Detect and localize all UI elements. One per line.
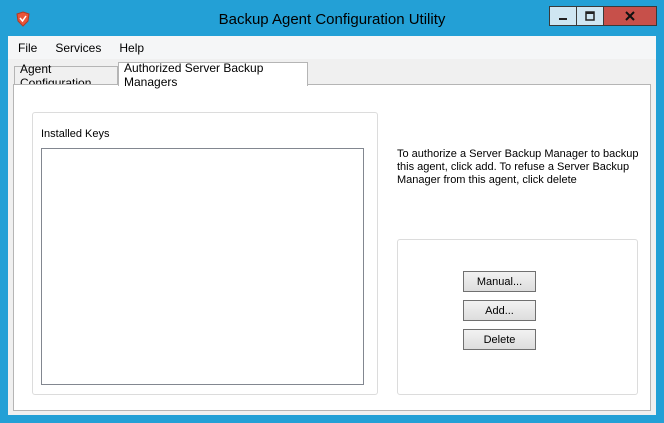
menu-bar: File Services Help xyxy=(8,36,656,59)
menu-services[interactable]: Services xyxy=(46,41,110,55)
menu-help[interactable]: Help xyxy=(110,41,153,55)
title-bar[interactable]: Backup Agent Configuration Utility xyxy=(0,0,664,36)
tab-strip: Agent Configuration Authorized Server Ba… xyxy=(8,59,656,90)
close-button[interactable] xyxy=(603,6,657,26)
minimize-icon xyxy=(559,18,567,20)
installed-keys-list[interactable] xyxy=(41,148,364,385)
manual-button[interactable]: Manual... xyxy=(463,271,536,292)
maximize-button[interactable] xyxy=(576,6,603,26)
tab-agent-configuration[interactable]: Agent Configuration xyxy=(14,62,118,90)
minimize-button[interactable] xyxy=(549,6,576,26)
menu-file[interactable]: File xyxy=(8,41,46,55)
maximize-icon xyxy=(585,11,595,21)
window-controls xyxy=(549,6,657,26)
client-area: File Services Help Agent Configuration A… xyxy=(8,36,656,415)
info-text: To authorize a Server Backup Manager to … xyxy=(397,148,639,186)
close-icon xyxy=(625,11,635,21)
add-button[interactable]: Add... xyxy=(463,300,536,321)
installed-keys-label: Installed Keys xyxy=(41,128,110,140)
delete-button[interactable]: Delete xyxy=(463,329,536,350)
tab-panel: Installed Keys To authorize a Server Bac… xyxy=(13,84,651,411)
tab-authorized-server-backup-managers[interactable]: Authorized Server Backup Managers xyxy=(118,61,308,89)
app-window: Backup Agent Configuration Utility File … xyxy=(0,0,664,423)
